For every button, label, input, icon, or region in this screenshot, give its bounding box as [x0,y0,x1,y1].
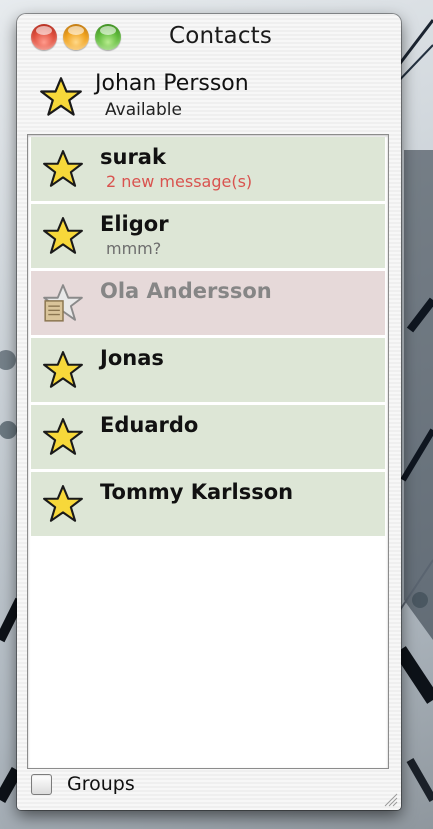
own-status[interactable]: Available [105,100,182,120]
contact-list[interactable]: surak 2 new message(s) Eligor mmm? Ola A… [27,134,389,769]
contact-row-surak[interactable]: surak 2 new message(s) [31,137,385,201]
star-icon [43,217,83,254]
contact-status-message: mmm? [106,239,162,258]
contact-row-jonas[interactable]: Jonas [31,338,385,402]
own-status-header[interactable]: Johan Persson Available [17,66,401,132]
contact-row-eligor[interactable]: Eligor mmm? [31,204,385,268]
groups-label[interactable]: Groups [67,773,135,795]
star-icon [43,351,83,388]
title-bar[interactable]: Contacts [17,14,401,62]
contact-name: Eduardo [100,413,199,437]
minimize-button[interactable] [63,24,89,50]
contacts-window: Contacts Johan Persson Available surak 2… [17,14,401,810]
own-name: Johan Persson [95,71,249,96]
star-icon [43,418,83,455]
close-button[interactable] [31,24,57,50]
contact-name: surak [100,145,166,169]
star-icon [43,150,83,187]
contact-name: Ola Andersson [100,279,272,303]
contact-row-ola-andersson[interactable]: Ola Andersson [31,271,385,335]
star-icon [40,77,82,116]
groups-checkbox[interactable] [31,774,52,795]
contact-message-notice: 2 new message(s) [106,172,253,191]
contact-row-eduardo[interactable]: Eduardo [31,405,385,469]
contact-name: Eligor [100,212,169,236]
resize-grip-icon[interactable] [382,791,398,807]
contact-name: Tommy Karlsson [100,480,294,504]
contact-row-tommy-karlsson[interactable]: Tommy Karlsson [31,472,385,536]
contact-name: Jonas [100,346,164,370]
window-title: Contacts [169,23,273,49]
star-icon [43,485,83,522]
zoom-button[interactable] [95,24,121,50]
offline-star-note-icon [43,284,83,322]
